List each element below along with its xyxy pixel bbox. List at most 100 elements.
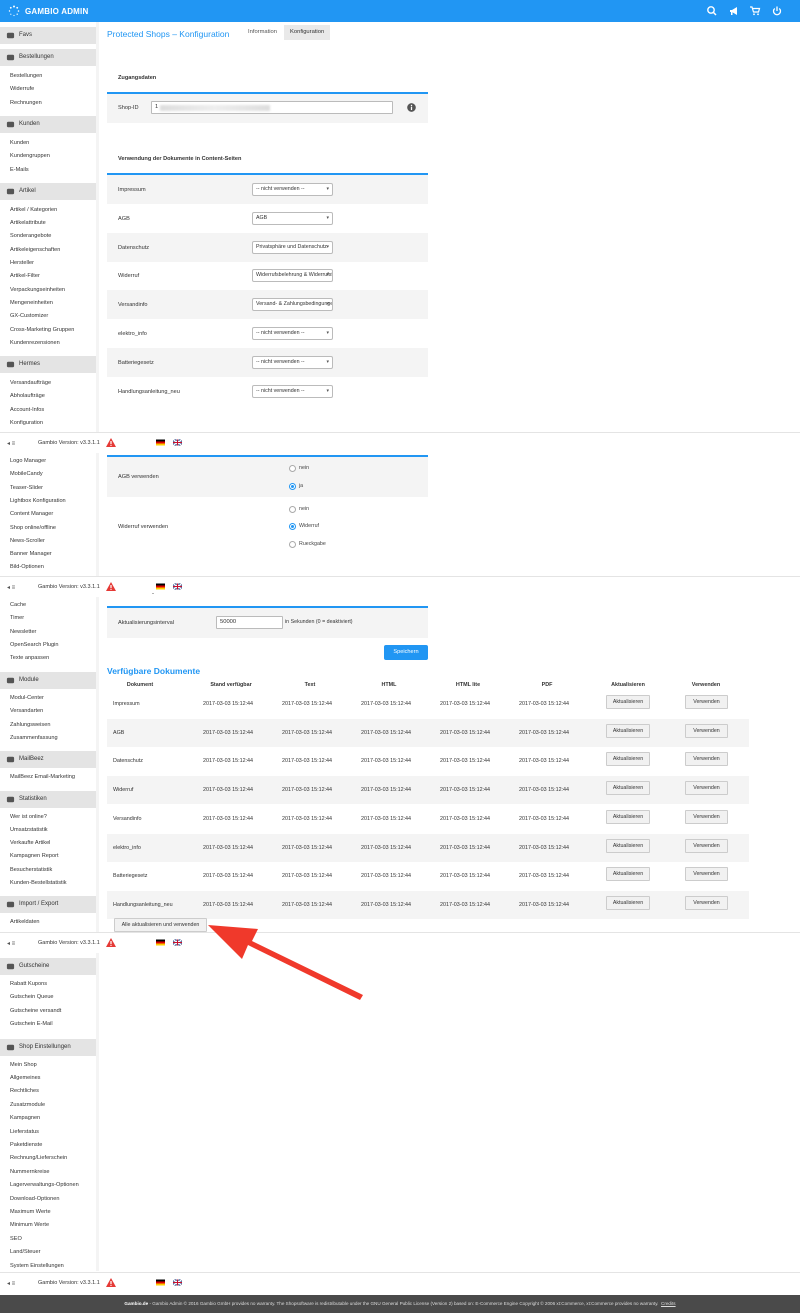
sidebar-item[interactable]: Versandarten bbox=[10, 708, 43, 714]
warning-icon[interactable] bbox=[106, 438, 116, 447]
menu-toggle-icon[interactable]: ◂ ≡ bbox=[7, 940, 15, 947]
widerruf-radio-nein[interactable] bbox=[289, 506, 296, 513]
sidebar-item[interactable]: Artikel-Filter bbox=[10, 273, 40, 279]
search-icon[interactable] bbox=[706, 5, 718, 17]
use-button[interactable]: Verwenden bbox=[685, 695, 728, 709]
sidebar-item[interactable]: Umsatzstatistik bbox=[10, 827, 48, 833]
menu-toggle-icon[interactable]: ◂ ≡ bbox=[7, 1280, 15, 1287]
use-button[interactable]: Verwenden bbox=[685, 867, 728, 882]
sidebar-item[interactable]: System Einstellungen bbox=[10, 1263, 64, 1269]
brand-title[interactable]: GAMBIO ADMIN bbox=[25, 7, 88, 16]
sidebar-item[interactable]: MailBeez Email-Marketing bbox=[10, 774, 75, 780]
menu-toggle-icon[interactable]: ◂ ≡ bbox=[7, 584, 15, 591]
info-icon[interactable] bbox=[407, 103, 416, 112]
update-button[interactable]: Aktualisieren bbox=[606, 867, 650, 882]
sidebar-item[interactable]: Artikelattribute bbox=[10, 220, 46, 226]
flag-uk-icon[interactable] bbox=[173, 1279, 182, 1286]
sidebar-item[interactable]: Kundengruppen bbox=[10, 153, 50, 159]
sidebar-item[interactable]: Verpackungseinheiten bbox=[10, 287, 65, 293]
sidebar-item[interactable]: Land/Steuer bbox=[10, 1249, 40, 1255]
use-button[interactable]: Verwenden bbox=[685, 895, 728, 910]
update-button[interactable]: Aktualisieren bbox=[606, 695, 650, 709]
menu-toggle-icon[interactable]: ◂ ≡ bbox=[7, 440, 15, 447]
interval-input[interactable]: 50000 bbox=[216, 616, 283, 629]
sidebar-item[interactable]: Lieferstatus bbox=[10, 1129, 39, 1135]
agb-radio-nein[interactable] bbox=[289, 465, 296, 472]
document-usage-select[interactable]: Widerrufsbelehrung & Widerrufsformular▾ bbox=[252, 269, 333, 283]
sidebar-item[interactable]: Timer bbox=[10, 615, 24, 621]
sidebar-section-hermes[interactable]: Hermes bbox=[0, 356, 96, 374]
sidebar-item[interactable]: Teaser-Slider bbox=[10, 485, 43, 491]
update-button[interactable]: Aktualisieren bbox=[606, 752, 650, 767]
document-usage-select[interactable]: Versand- & Zahlungsbedingungen ▾ bbox=[252, 298, 333, 312]
sidebar-item[interactable]: Besucherstatistik bbox=[10, 867, 52, 873]
document-usage-select[interactable]: AGB ▾ bbox=[252, 211, 333, 225]
update-button[interactable]: Aktualisieren bbox=[606, 809, 650, 824]
sidebar-item[interactable]: GX-Customizer bbox=[10, 313, 48, 319]
use-button[interactable]: Verwenden bbox=[685, 809, 728, 824]
sidebar-item[interactable]: Kampagnen bbox=[10, 1115, 40, 1121]
sidebar-section-kunden[interactable]: Kunden bbox=[0, 115, 96, 133]
sidebar-item[interactable]: OpenSearch Plugin bbox=[10, 642, 59, 648]
sidebar-item[interactable]: Artikel / Kategorien bbox=[10, 207, 57, 213]
document-usage-select[interactable]: -- nicht verwenden -- ▾ bbox=[252, 327, 333, 340]
sidebar-item[interactable]: Kunden-Bestellstatistik bbox=[10, 880, 67, 886]
sidebar-item[interactable]: Banner Manager bbox=[10, 551, 52, 557]
sidebar-item[interactable]: Cross-Marketing Gruppen bbox=[10, 327, 74, 333]
sidebar-item[interactable]: MobileCandy bbox=[10, 471, 43, 477]
flag-de-icon[interactable] bbox=[156, 583, 165, 590]
sidebar-item[interactable]: Konfiguration bbox=[10, 420, 43, 426]
widerruf-radio-rueckgabe[interactable] bbox=[289, 541, 296, 548]
sidebar-item[interactable]: Wer ist online? bbox=[10, 814, 47, 820]
sidebar-item[interactable]: Rechtliches bbox=[10, 1088, 39, 1094]
document-usage-select[interactable]: -- nicht verwenden -- ▾ bbox=[252, 183, 333, 196]
sidebar-section-artikel[interactable]: Artikel bbox=[0, 182, 96, 200]
sidebar-item[interactable]: Zusatzmodule bbox=[10, 1102, 45, 1108]
sidebar-item[interactable]: E-Mails bbox=[10, 167, 29, 173]
sidebar-item[interactable]: Mengeneinheiten bbox=[10, 300, 53, 306]
sidebar-item[interactable]: Rabatt Kupons bbox=[10, 981, 47, 987]
document-usage-select[interactable]: Privatsphäre und Datenschutz ▾ bbox=[252, 240, 333, 254]
gambio-link[interactable]: Gambio.de bbox=[124, 1301, 148, 1306]
sidebar-item[interactable]: Zahlungsweisen bbox=[10, 722, 50, 728]
sidebar-item[interactable]: Content Manager bbox=[10, 511, 53, 517]
sidebar-item[interactable]: Bild-Optionen bbox=[10, 564, 44, 570]
sidebar-section-import-export[interactable]: Import / Export bbox=[0, 896, 96, 914]
use-button[interactable]: Verwenden bbox=[685, 723, 728, 738]
sidebar-item[interactable]: Mein Shop bbox=[10, 1062, 37, 1068]
flag-de-icon[interactable] bbox=[156, 1279, 165, 1286]
sidebar-section-module[interactable]: Module bbox=[0, 672, 96, 689]
sidebar-section-favs[interactable]: Favs bbox=[0, 27, 96, 44]
warning-icon[interactable] bbox=[106, 938, 116, 947]
sidebar-section-gutscheine[interactable]: Gutscheine bbox=[0, 958, 96, 975]
flag-uk-icon[interactable] bbox=[173, 439, 182, 446]
sidebar-item[interactable]: SEO bbox=[10, 1236, 22, 1242]
megaphone-icon[interactable] bbox=[728, 5, 740, 17]
flag-uk-icon[interactable] bbox=[173, 583, 182, 590]
update-button[interactable]: Aktualisieren bbox=[606, 895, 650, 910]
update-all-button[interactable]: Alle aktualisieren und verwenden bbox=[114, 918, 207, 932]
sidebar-item[interactable]: Gutscheine versandt bbox=[10, 1008, 61, 1014]
sidebar-item[interactable]: Minimum Werte bbox=[10, 1222, 49, 1228]
sidebar-item[interactable]: Kunden bbox=[10, 140, 29, 146]
cart-icon[interactable] bbox=[749, 5, 761, 17]
flag-de-icon[interactable] bbox=[156, 939, 165, 946]
sidebar-item[interactable]: Cache bbox=[10, 602, 26, 608]
sidebar-item[interactable]: Sonderangebote bbox=[10, 233, 51, 239]
credits-link[interactable]: Credits bbox=[661, 1301, 676, 1306]
tab-information[interactable]: Information bbox=[242, 25, 283, 40]
sidebar-item[interactable]: Allgemeines bbox=[10, 1075, 40, 1081]
sidebar-section-shop-einstellungen[interactable]: Shop Einstellungen bbox=[0, 1038, 96, 1056]
document-usage-select[interactable]: -- nicht verwenden -- ▾ bbox=[252, 384, 333, 398]
sidebar-item[interactable]: Account-Infos bbox=[10, 407, 44, 413]
agb-radio-ja[interactable] bbox=[289, 483, 296, 490]
sidebar-section-bestellungen[interactable]: Bestellungen bbox=[0, 49, 96, 66]
sidebar-item[interactable]: Hersteller bbox=[10, 260, 34, 266]
use-button[interactable]: Verwenden bbox=[685, 838, 728, 853]
sidebar-item[interactable]: Abholaufträge bbox=[10, 393, 45, 399]
warning-icon[interactable] bbox=[106, 582, 116, 591]
sidebar-item[interactable]: Widerrufe bbox=[10, 86, 34, 92]
save-button[interactable]: Speichern bbox=[384, 645, 428, 660]
sidebar-item[interactable]: Paketdienste bbox=[10, 1142, 42, 1148]
sidebar-item[interactable]: Artikeleigenschaften bbox=[10, 247, 60, 253]
